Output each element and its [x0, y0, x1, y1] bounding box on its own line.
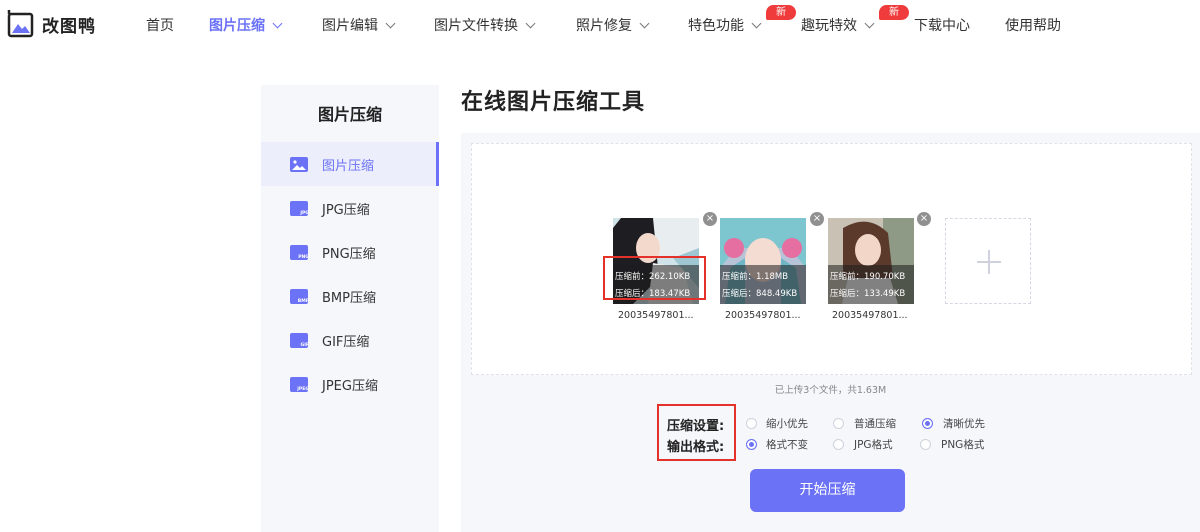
image-icon — [290, 156, 308, 172]
size-before: 压缩前：190.70KB — [830, 272, 906, 282]
brand-logo[interactable]: 改图鸭 — [6, 9, 96, 39]
add-file-button[interactable] — [945, 218, 1031, 304]
nav-photo-repair[interactable]: 照片修复 — [576, 15, 650, 35]
chevron-down-icon — [751, 18, 762, 29]
icon-tag: BMP — [297, 298, 309, 304]
sidebar-item-jpg[interactable]: JPG JPG压缩 — [261, 186, 439, 230]
bmp-file-icon: BMP — [290, 288, 309, 304]
radio-clarity-priority[interactable] — [922, 418, 933, 429]
file-thumbnail[interactable]: 压缩前：190.70KB 压缩后：133.49KB — [828, 218, 914, 304]
nav-image-compress-label: 图片压缩 — [209, 18, 265, 34]
icon-tag: JPEG — [297, 386, 309, 392]
file-name: 20035497801... — [725, 310, 801, 321]
png-file-icon: PNG — [290, 244, 309, 260]
highlight-box — [603, 256, 706, 300]
remove-file-icon[interactable]: × — [917, 212, 931, 226]
sidebar-title: 图片压缩 — [317, 105, 382, 124]
option-label: 缩小优先 — [766, 418, 808, 430]
nav-features[interactable]: 特色功能 — [688, 15, 762, 35]
option-label: 普通压缩 — [854, 418, 896, 430]
brand-name: 改图鸭 — [42, 16, 96, 37]
compress-result-overlay: 压缩前：1.18MB 压缩后：848.49KB — [720, 265, 806, 304]
nav-help-label: 使用帮助 — [1005, 18, 1061, 34]
sidebar-item-jpeg[interactable]: JPEG JPEG压缩 — [261, 362, 439, 406]
radio-normal-compress[interactable] — [833, 418, 844, 429]
icon-tag: PNG — [298, 254, 309, 260]
sidebar-item-gif[interactable]: GIF GIF压缩 — [261, 318, 439, 362]
nav-file-convert-label: 图片文件转换 — [434, 18, 518, 34]
radio-png-format[interactable] — [920, 439, 931, 450]
file-thumbnail[interactable]: 压缩前：1.18MB 压缩后：848.49KB — [720, 218, 806, 304]
remove-file-icon[interactable]: × — [810, 212, 824, 226]
output-format-label: 输出格式: — [667, 440, 725, 455]
nav-fun-effects[interactable]: 趣玩特效 — [801, 15, 875, 35]
sidebar-item-label: PNG压缩 — [322, 246, 376, 262]
radio-keep-format[interactable] — [746, 439, 757, 450]
nav-help[interactable]: 使用帮助 — [1005, 15, 1061, 35]
remove-file-icon[interactable]: × — [703, 212, 717, 226]
option-label: 格式不变 — [766, 439, 808, 451]
file-name: 20035497801... — [618, 310, 694, 321]
size-after: 压缩后：848.49KB — [722, 289, 798, 299]
gif-file-icon: GIF — [290, 332, 309, 348]
nav-image-edit-label: 图片编辑 — [322, 18, 378, 34]
sidebar-item-label: 图片压缩 — [322, 158, 375, 174]
start-compress-button[interactable]: 开始压缩 — [750, 469, 905, 512]
new-badge: 新 — [879, 5, 909, 20]
page-title: 在线图片压缩工具 — [461, 90, 646, 115]
nav-home[interactable]: 首页 — [146, 15, 174, 35]
logo-icon — [7, 10, 34, 38]
size-after: 压缩后：133.49KB — [830, 289, 906, 299]
option-label: 清晰优先 — [943, 418, 985, 430]
chevron-down-icon — [639, 18, 650, 29]
chevron-down-icon — [272, 18, 283, 29]
nav-download-label: 下载中心 — [914, 18, 970, 34]
sidebar: 图片压缩 图片压缩 JPG JPG压缩 PNG PNG压缩 BMP BMP压缩 … — [261, 85, 439, 532]
compress-setting-label: 压缩设置: — [667, 419, 725, 434]
size-before: 压缩前：1.18MB — [722, 272, 789, 282]
nav-features-label: 特色功能 — [688, 18, 744, 34]
nav-photo-repair-label: 照片修复 — [576, 18, 632, 34]
nav-image-compress[interactable]: 图片压缩 — [209, 15, 283, 35]
sidebar-item-label: JPG压缩 — [322, 202, 370, 218]
nav-download[interactable]: 下载中心 — [914, 15, 970, 35]
upload-summary: 已上传3个文件，共1.63M — [774, 385, 887, 396]
icon-tag: GIF — [300, 342, 309, 348]
compress-result-overlay: 压缩前：190.70KB 压缩后：133.49KB — [828, 265, 914, 304]
jpeg-file-icon: JPEG — [290, 376, 309, 392]
nav-home-label: 首页 — [146, 18, 174, 34]
upload-dropzone[interactable]: 压缩前：262.10KB 压缩后：183.47KB × 20035497801.… — [471, 143, 1192, 375]
nav-fun-effects-label: 趣玩特效 — [801, 18, 857, 34]
nav-file-convert[interactable]: 图片文件转换 — [434, 15, 536, 35]
chevron-down-icon — [385, 18, 396, 29]
radio-jpg-format[interactable] — [833, 439, 844, 450]
option-label: PNG格式 — [941, 439, 985, 451]
file-name: 20035497801... — [832, 310, 908, 321]
jpg-file-icon: JPG — [290, 200, 309, 216]
chevron-down-icon — [864, 18, 875, 29]
chevron-down-icon — [525, 18, 536, 29]
nav-image-edit[interactable]: 图片编辑 — [322, 15, 396, 35]
icon-tag: JPG — [300, 210, 309, 216]
sidebar-item-label: JPEG压缩 — [322, 378, 378, 394]
option-label: JPG格式 — [854, 439, 893, 451]
sidebar-item-label: GIF压缩 — [322, 334, 370, 350]
top-header: 改图鸭 首页 图片压缩 图片编辑 图片文件转换 照片修复 特色功能 新 趣玩特效… — [0, 0, 1200, 50]
compress-panel: 压缩前：262.10KB 压缩后：183.47KB × 20035497801.… — [461, 133, 1200, 532]
new-badge: 新 — [766, 5, 796, 20]
sidebar-item-bmp[interactable]: BMP BMP压缩 — [261, 274, 439, 318]
sidebar-item-png[interactable]: PNG PNG压缩 — [261, 230, 439, 274]
radio-shrink-priority[interactable] — [746, 418, 757, 429]
sidebar-item-label: BMP压缩 — [322, 290, 376, 306]
sidebar-item-image-compress[interactable]: 图片压缩 — [261, 142, 439, 186]
